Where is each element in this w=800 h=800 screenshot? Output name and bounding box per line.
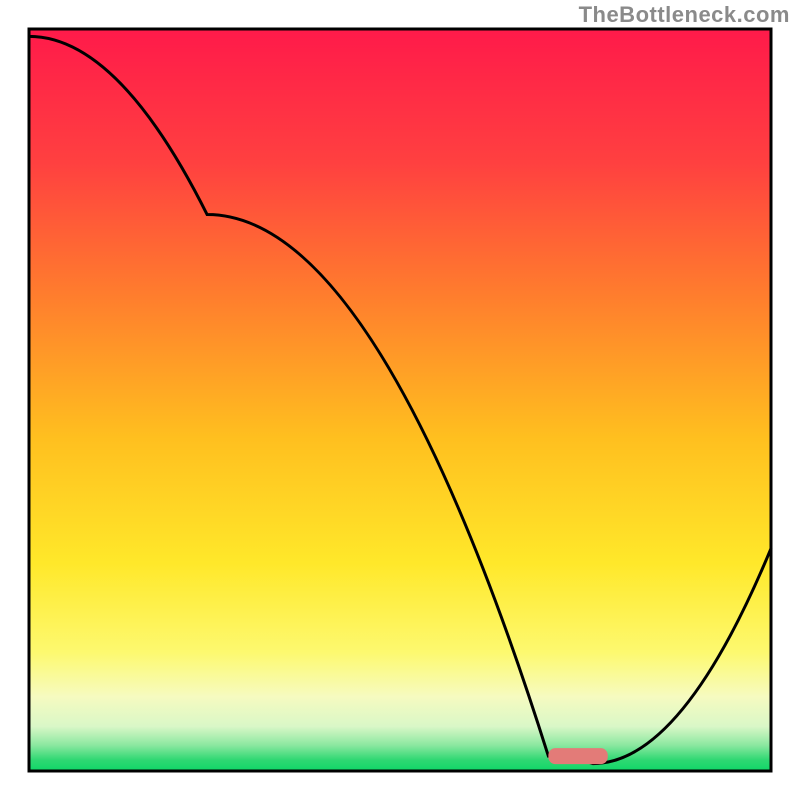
chart-svg — [0, 0, 800, 800]
optimal-marker — [548, 748, 607, 764]
chart-container: TheBottleneck.com — [0, 0, 800, 800]
watermark-label: TheBottleneck.com — [579, 2, 790, 28]
plot-background — [29, 29, 771, 771]
